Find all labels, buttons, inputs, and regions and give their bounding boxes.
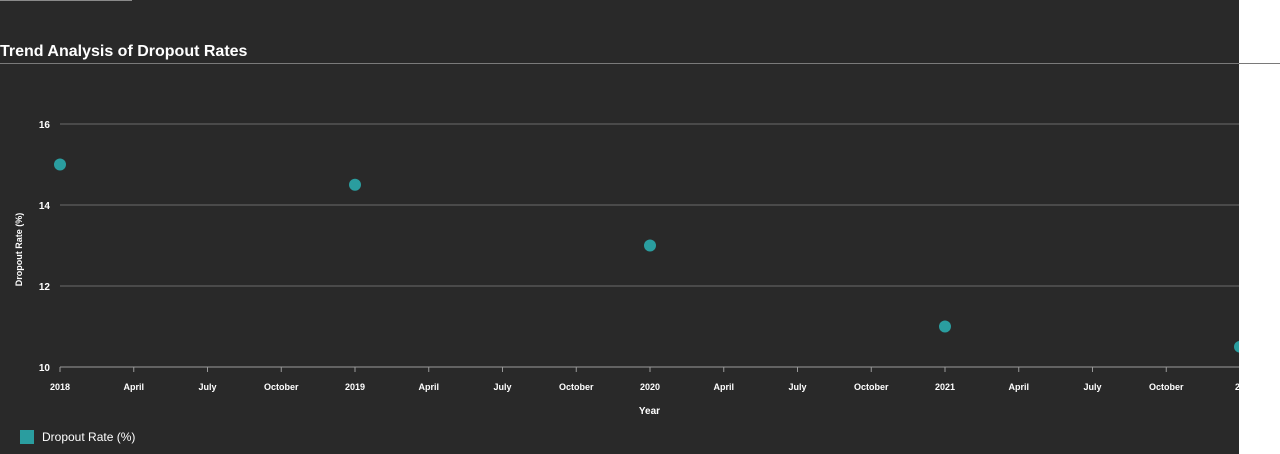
data-point xyxy=(349,178,361,191)
x-tick-label: 2021 xyxy=(935,382,955,392)
x-tick-label: July xyxy=(493,382,511,392)
x-tick-label: October xyxy=(264,382,299,392)
x-tick-label: July xyxy=(198,382,216,392)
y-tick-label: 12 xyxy=(39,282,51,293)
x-axis-title: Year xyxy=(639,406,660,417)
legend[interactable]: Dropout Rate (%) xyxy=(20,430,135,444)
data-point xyxy=(54,158,66,171)
x-tick-label: April xyxy=(1008,382,1029,392)
x-tick-label: 20 xyxy=(1235,382,1239,392)
x-tick-label: 2019 xyxy=(345,382,365,392)
legend-swatch xyxy=(20,430,34,444)
x-tick-label: April xyxy=(418,382,439,392)
x-tick-label: 2018 xyxy=(50,382,70,392)
data-point xyxy=(644,239,656,252)
y-tick-label: 14 xyxy=(39,201,51,212)
y-tick-label: 10 xyxy=(39,363,51,374)
y-axis-title: Dropout Rate (%) xyxy=(14,213,24,287)
x-tick-label: April xyxy=(713,382,734,392)
x-tick-label: July xyxy=(788,382,806,392)
x-tick-label: October xyxy=(854,382,889,392)
x-tick-label: April xyxy=(123,382,144,392)
y-tick-label: 16 xyxy=(39,120,51,131)
x-tick-label: October xyxy=(1149,382,1184,392)
x-tick-label: October xyxy=(559,382,594,392)
data-point xyxy=(939,320,951,333)
x-tick-label: July xyxy=(1083,382,1101,392)
scatter-chart: 10 12 14 16 2018 April July October 2019 April Jul… xyxy=(14,120,1239,417)
data-point xyxy=(1234,340,1239,353)
legend-label: Dropout Rate (%) xyxy=(42,430,136,444)
x-tick-label: 2020 xyxy=(640,382,660,392)
title-divider xyxy=(0,63,1280,64)
chart-panel: Trend Analysis of Dropout Rates 10 12 14 16… xyxy=(0,0,1239,454)
